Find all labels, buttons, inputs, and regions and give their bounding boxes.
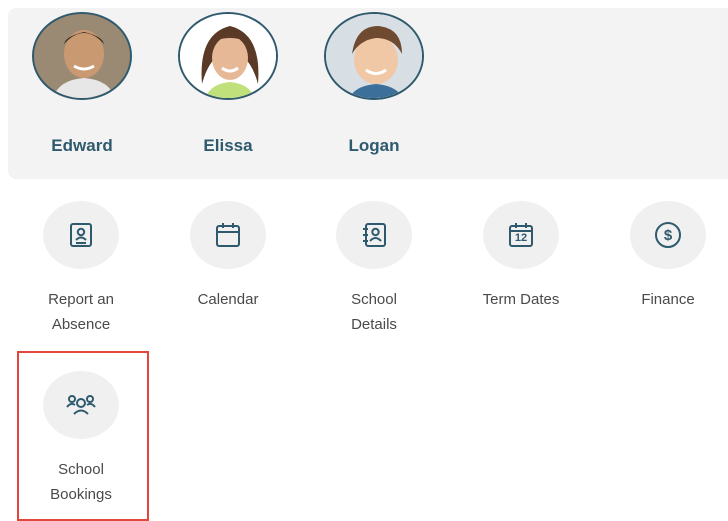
- tile-label: Finance: [641, 291, 695, 308]
- avatar: [178, 12, 278, 100]
- child-logan[interactable]: Logan: [322, 12, 426, 156]
- avatar: [324, 12, 424, 100]
- child-edward[interactable]: Edward: [30, 12, 134, 156]
- child-name: Elissa: [203, 136, 253, 155]
- tile-school-details[interactable]: School Details: [319, 201, 429, 337]
- child-name: Logan: [348, 136, 400, 155]
- dollar-circle-icon: $: [655, 222, 681, 248]
- tile-term-dates[interactable]: 12 Term Dates: [466, 201, 576, 312]
- tile-label: School Details: [351, 291, 397, 333]
- child-name: Edward: [51, 136, 113, 155]
- child-elissa[interactable]: Elissa: [176, 12, 280, 156]
- calendar-icon: [216, 223, 240, 247]
- tile-icon-circle: [43, 201, 119, 269]
- tile-label: Term Dates: [482, 291, 560, 308]
- tile-icon-circle: [190, 201, 266, 269]
- avatar-photo-icon: [326, 14, 422, 98]
- dollar-symbol: $: [663, 226, 673, 244]
- highlight-box: [17, 351, 149, 521]
- avatar: [32, 12, 132, 100]
- tile-calendar[interactable]: Calendar: [173, 201, 283, 312]
- tile-label: Report an Absence: [48, 291, 114, 333]
- calendar-date-icon: 12: [507, 221, 535, 249]
- contact-card-icon: [70, 223, 92, 247]
- tile-icon-circle: [336, 201, 412, 269]
- address-book-icon: [363, 223, 386, 247]
- tile-report-absence[interactable]: Report an Absence: [26, 201, 136, 337]
- tile-label: Calendar: [197, 291, 259, 308]
- avatar-photo-icon: [34, 14, 130, 98]
- tile-icon-circle: $: [630, 201, 706, 269]
- tile-icon-circle: 12: [483, 201, 559, 269]
- avatar-photo-icon: [180, 14, 276, 98]
- tile-finance[interactable]: $ Finance: [613, 201, 723, 312]
- calendar-date-number: 12: [514, 232, 528, 244]
